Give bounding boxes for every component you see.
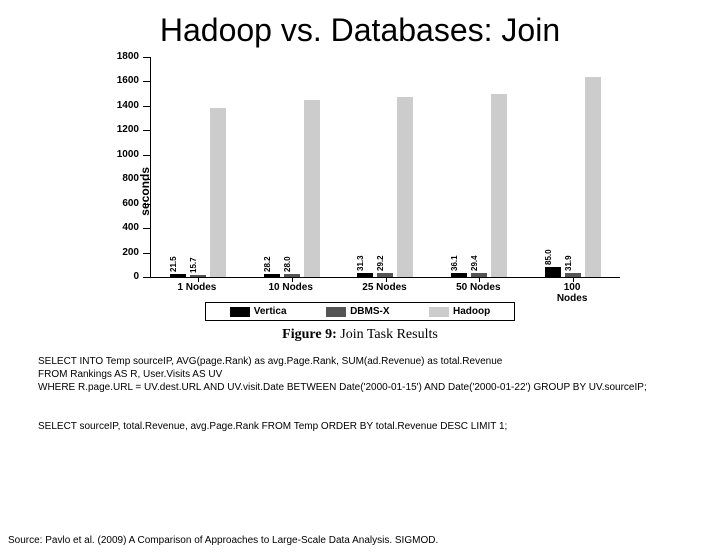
legend-label: Hadoop [453, 306, 490, 317]
x-tick-label: 10 Nodes [268, 282, 312, 293]
bar-value-label: 31.9 [564, 256, 573, 272]
y-tick: 1400 [143, 106, 151, 107]
bar-value-label: 85.0 [544, 249, 553, 265]
y-axis-label: seconds [138, 167, 152, 216]
sql-query-2: SELECT sourceIP, total.Revenue, avg.Page… [38, 420, 700, 433]
bar-group: 36.129.4 [432, 57, 526, 277]
caption-prefix: Figure 9: [282, 327, 337, 342]
page-title: Hadoop vs. Databases: Join [0, 12, 720, 49]
bar-group: 31.329.2 [339, 57, 433, 277]
legend-item-hadoop: Hadoop [429, 306, 490, 317]
bar-vertica: 85.0 [545, 267, 561, 277]
bar-vertica: 21.5 [170, 274, 186, 277]
bar-hadoop [210, 108, 226, 277]
bar-hadoop [491, 94, 507, 277]
x-tick-label: 50 Nodes [456, 282, 500, 293]
y-tick-label: 400 [107, 222, 139, 233]
y-tick: 1600 [143, 81, 151, 82]
y-tick-label: 1800 [107, 51, 139, 62]
x-tick-label: 1 Nodes [177, 282, 216, 293]
bar-value-label: 29.4 [470, 256, 479, 272]
y-tick: 1000 [143, 155, 151, 156]
y-tick-label: 1400 [107, 100, 139, 111]
bar-value-label: 31.3 [356, 256, 365, 272]
legend-label: DBMS-X [350, 306, 389, 317]
y-tick-label: 1600 [107, 75, 139, 86]
bar-group: 85.031.9 [526, 57, 620, 277]
bar-group: 21.515.7 [151, 57, 245, 277]
y-tick-label: 200 [107, 247, 139, 258]
x-tick-label: 100 Nodes [548, 282, 596, 304]
x-tick-label: 25 Nodes [362, 282, 406, 293]
bar-value-label: 29.2 [376, 256, 385, 272]
bar-value-label: 28.2 [263, 256, 272, 272]
y-tick-label: 1000 [107, 149, 139, 160]
y-tick: 1800 [143, 57, 151, 58]
y-tick-label: 0 [107, 271, 139, 282]
bar-vertica: 36.1 [451, 273, 467, 277]
y-tick: 1200 [143, 130, 151, 131]
bar-value-label: 21.5 [169, 257, 178, 273]
figure-caption: Figure 9: Join Task Results [100, 327, 620, 343]
y-tick: 400 [143, 228, 151, 229]
swatch-dbmsx-icon [326, 307, 346, 317]
chart-container: seconds 0 200 400 600 800 1000 1200 1400 1600 180… [100, 57, 620, 343]
sql-query-1: SELECT INTO Temp sourceIP, AVG(page.Rank… [38, 355, 700, 394]
bar-hadoop [397, 97, 413, 277]
y-tick: 600 [143, 204, 151, 205]
caption-text: Join Task Results [337, 327, 438, 342]
x-axis: 1 Nodes10 Nodes25 Nodes50 Nodes100 Nodes [150, 278, 620, 296]
bar-value-label: 36.1 [450, 255, 459, 271]
bar-vertica: 28.2 [264, 274, 280, 277]
swatch-vertica-icon [230, 307, 250, 317]
y-tick-label: 600 [107, 198, 139, 209]
bar-group: 28.228.0 [245, 57, 339, 277]
legend-label: Vertica [254, 306, 287, 317]
bar-value-label: 28.0 [283, 256, 292, 272]
y-tick: 200 [143, 253, 151, 254]
y-tick: 800 [143, 179, 151, 180]
bar-value-label: 15.7 [189, 258, 198, 274]
bar-vertica: 31.3 [357, 273, 373, 277]
bar-hadoop [304, 100, 320, 277]
swatch-hadoop-icon [429, 307, 449, 317]
legend-item-dbmsx: DBMS-X [326, 306, 389, 317]
legend: Vertica DBMS-X Hadoop [205, 302, 515, 321]
y-tick-label: 800 [107, 173, 139, 184]
bar-hadoop [585, 77, 601, 277]
plot-area: seconds 02004006008001000120014001600180… [150, 57, 620, 278]
y-tick-label: 1200 [107, 124, 139, 135]
legend-item-vertica: Vertica [230, 306, 287, 317]
source-citation: Source: Pavlo et al. (2009) A Comparison… [8, 535, 438, 546]
